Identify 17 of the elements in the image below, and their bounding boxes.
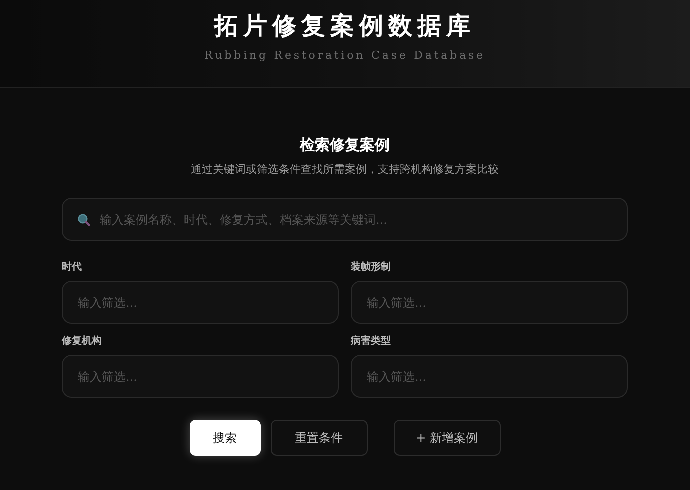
filter-label: 时代 [62,261,83,274]
site-subtitle: Rubbing Restoration Case Database [204,48,486,64]
filter-field[interactable]: 输入筛选... [62,355,339,398]
add-case-button[interactable]: + 新增案例 [394,420,500,456]
search-icon [77,213,91,227]
filter-label: 病害类型 [351,335,392,348]
filter-field[interactable]: 输入筛选... [62,281,339,324]
reset-button[interactable]: 重置条件 [270,420,368,456]
section-description: 通过关键词或筛选条件查找所需案例，支持跨机构修复方案比较 [191,162,499,178]
filter-label: 装帧形制 [351,261,392,274]
filter-field[interactable]: 输入筛选... [351,355,628,398]
section-title: 检索修复案例 [300,135,390,156]
filter-label: 修复机构 [62,335,103,348]
search-button[interactable]: 搜索 [190,420,260,456]
filter-field[interactable]: 输入筛选... [351,281,628,324]
site-title: 拓片修复案例数据库 [214,10,476,42]
search-field[interactable]: 输入案例名称、时代、修复方式、档案来源等关键词... [62,198,628,241]
